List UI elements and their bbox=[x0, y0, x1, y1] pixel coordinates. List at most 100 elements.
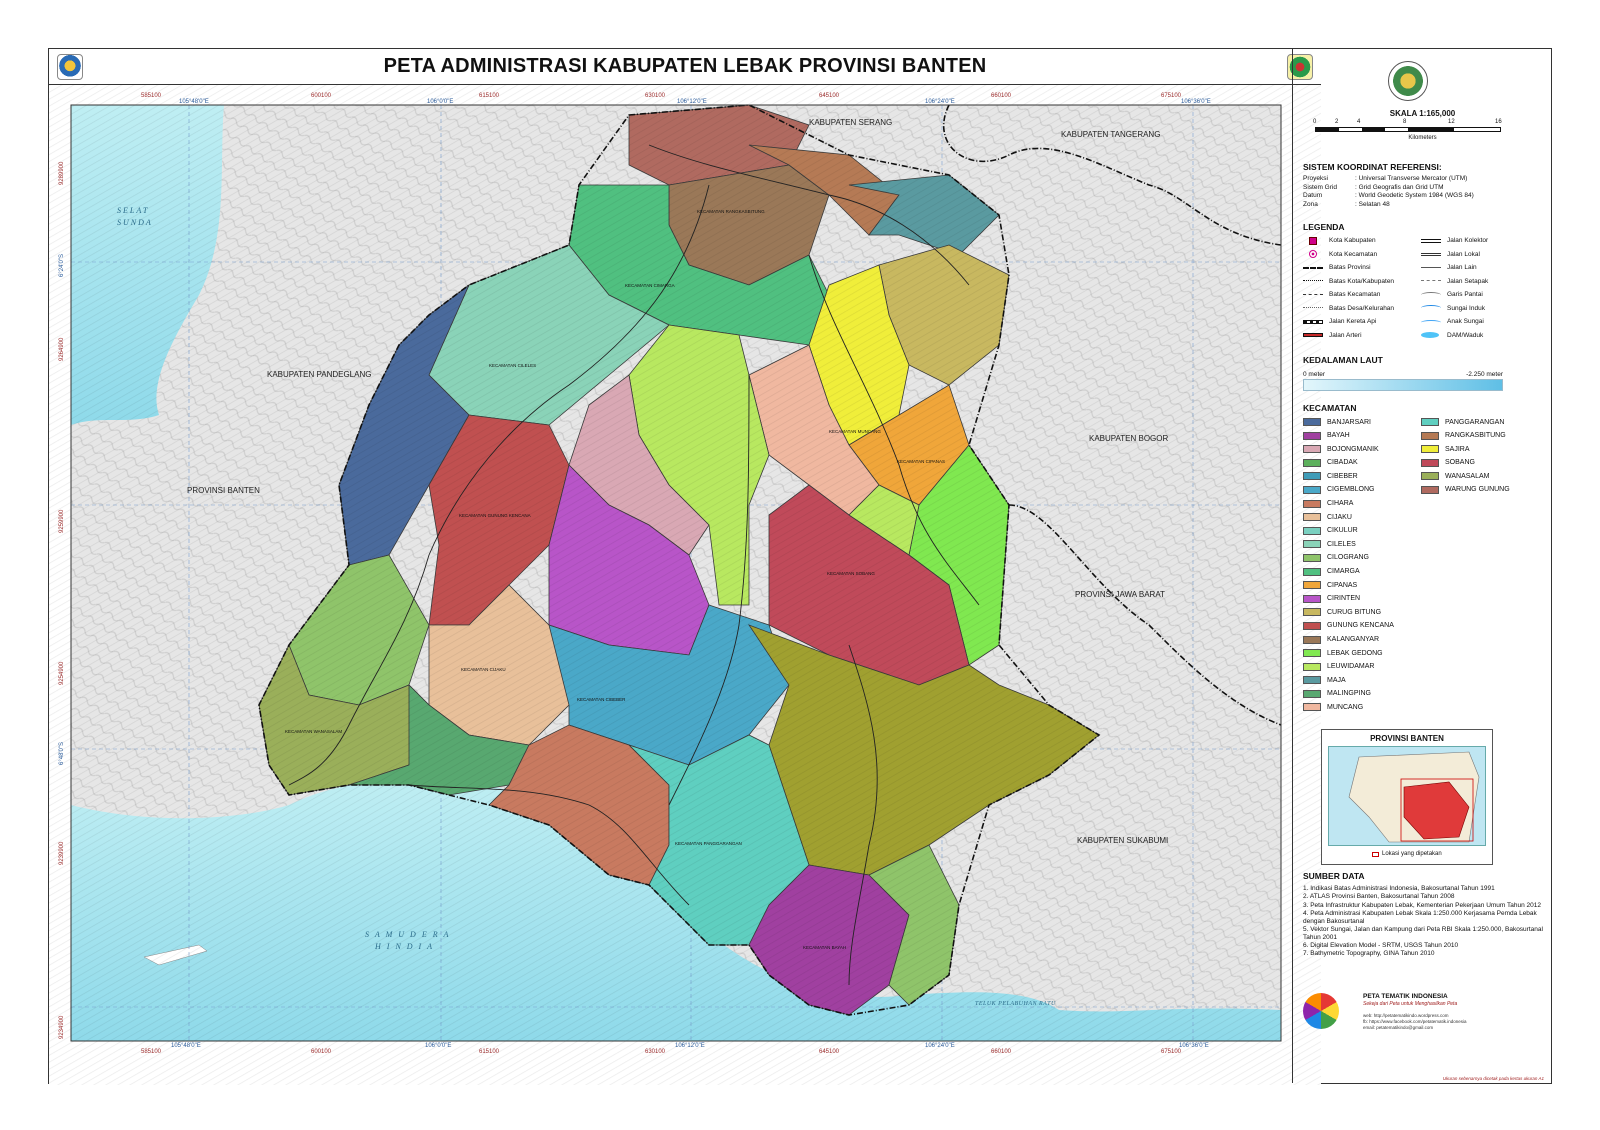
kecamatan-swatch bbox=[1303, 608, 1321, 617]
kecamatan-item: LEUWIDAMAR bbox=[1303, 662, 1411, 672]
legend-item: Kota Kecamatan bbox=[1303, 250, 1411, 260]
svg-text:9259900: 9259900 bbox=[59, 509, 65, 533]
kecamatan-swatch bbox=[1421, 472, 1439, 481]
svg-text:660100: 660100 bbox=[991, 1049, 1012, 1055]
title-bar: PETA ADMINISTRASI KABUPATEN LEBAK PROVIN… bbox=[49, 49, 1321, 85]
svg-text:630100: 630100 bbox=[645, 1049, 666, 1055]
legend-item-label: Jalan Lain bbox=[1447, 264, 1477, 272]
svg-text:645100: 645100 bbox=[819, 1049, 840, 1055]
svg-text:9239900: 9239900 bbox=[59, 841, 65, 865]
kecamatan-label: WARUNG GUNUNG bbox=[1445, 486, 1510, 494]
svg-text:645100: 645100 bbox=[819, 93, 840, 99]
publisher-name: PETA TEMATIK INDONESIA bbox=[1363, 993, 1448, 1000]
sumber-data-item: 1. Indikasi Batas Administrasi Indonesia… bbox=[1303, 885, 1495, 892]
svg-text:106°24'0"E: 106°24'0"E bbox=[925, 1043, 955, 1049]
kec-label-cileles: KECAMATAN CILELES bbox=[489, 363, 536, 368]
kecamatan-label: BOJONGMANIK bbox=[1327, 445, 1379, 453]
kecamatan-label: BAYAH bbox=[1327, 432, 1350, 440]
kecamatan-swatch bbox=[1303, 703, 1321, 712]
kecamatan-label: CIBADAK bbox=[1327, 459, 1358, 467]
label-kabupaten-sukabumi: KABUPATEN SUKABUMI bbox=[1077, 836, 1168, 845]
kecamatan-item: BOJONGMANIK bbox=[1303, 444, 1411, 454]
svg-text:105°48'0"E: 105°48'0"E bbox=[171, 1043, 201, 1049]
label-kabupaten-bogor: KABUPATEN BOGOR bbox=[1089, 434, 1168, 443]
label-samudera: S A M U D E R A bbox=[365, 930, 450, 939]
scale-unit: Kilometers bbox=[1408, 135, 1437, 141]
kecamatan-swatch bbox=[1303, 540, 1321, 549]
kecamatan-swatch bbox=[1303, 472, 1321, 481]
label-selat: SELAT bbox=[117, 206, 149, 215]
boundary-kecamatan-icon bbox=[1303, 291, 1323, 299]
svg-text:9264900: 9264900 bbox=[59, 337, 65, 361]
legend-item-label: Jalan Kereta Api bbox=[1329, 318, 1377, 326]
kecamatan-label: KALANGANYAR bbox=[1327, 636, 1379, 643]
svg-text:600100: 600100 bbox=[311, 93, 332, 99]
kec-label-cimarga: KECAMATAN CIMARGA bbox=[625, 283, 675, 288]
kecamatan-swatch bbox=[1421, 445, 1439, 454]
legend-item: Sungai Induk bbox=[1421, 304, 1529, 314]
legend-item: Batas Provinsi bbox=[1303, 263, 1411, 273]
kecamatan-label: LEBAK GEDONG bbox=[1327, 649, 1383, 657]
kecamatan-item: CURUG BITUNG bbox=[1303, 607, 1411, 617]
kec-label-wanasalam: KECAMATAN WANASALAM bbox=[285, 729, 342, 734]
scale-tick: 8 bbox=[1403, 119, 1407, 125]
kecamatan-item: CIPANAS bbox=[1303, 580, 1411, 590]
crs-title: SISTEM KOORDINAT REFERENSI: bbox=[1303, 162, 1442, 172]
legend-item-label: Jalan Setapak bbox=[1447, 277, 1489, 285]
kecamatan-label: CURUG BITUNG bbox=[1327, 608, 1382, 616]
kecamatan-item: GUNUNG KENCANA bbox=[1303, 621, 1411, 631]
legend-item: Kota Kabupaten bbox=[1303, 236, 1411, 246]
svg-text:106°36'0"E: 106°36'0"E bbox=[1181, 99, 1211, 105]
kec-label-bayah: KECAMATAN BAYAH bbox=[803, 945, 846, 950]
map-canvas[interactable]: KABUPATEN SERANG KABUPATEN TANGERANG KAB… bbox=[49, 85, 1321, 1085]
svg-text:615100: 615100 bbox=[479, 1049, 500, 1055]
legend-item: Batas Desa/Kelurahan bbox=[1303, 304, 1411, 314]
railway-icon bbox=[1303, 318, 1323, 326]
legend-item: Batas Kota/Kabupaten bbox=[1303, 277, 1411, 287]
kec-label-panggarangan: KECAMATAN PANGGARANGAN bbox=[675, 841, 742, 846]
label-kabupaten-tangerang: KABUPATEN TANGERANG bbox=[1061, 130, 1160, 139]
kecamatan-label: CIKULUR bbox=[1327, 527, 1358, 535]
kec-label-cibeber: KECAMATAN CIBEBER bbox=[577, 697, 626, 702]
sumber-data-item: 7. Bathymetric Topography, GINA Tahun 20… bbox=[1303, 950, 1435, 958]
legend-item: Batas Kecamatan bbox=[1303, 290, 1411, 300]
depth-title: KEDALAMAN LAUT bbox=[1303, 355, 1383, 365]
kecamatan-item bbox=[1421, 702, 1529, 712]
legend-item-label: Jalan Arteri bbox=[1329, 331, 1362, 339]
road-arteri-icon bbox=[1303, 331, 1323, 339]
kecamatan-item: SOBANG bbox=[1421, 458, 1529, 468]
kecamatan-swatch bbox=[1303, 567, 1321, 576]
kecamatan-item bbox=[1421, 539, 1529, 549]
kecamatan-swatch bbox=[1303, 581, 1321, 590]
river-main-icon bbox=[1421, 304, 1441, 312]
svg-text:9289900: 9289900 bbox=[59, 161, 65, 185]
kecamatan-swatch bbox=[1303, 594, 1321, 603]
kecamatan-label: CILELES bbox=[1327, 540, 1356, 548]
kecamatan-list: BANJARSARI PANGGARANGAN BAYAH RANGKASBITUNG… bbox=[1303, 417, 1543, 712]
svg-text:585100: 585100 bbox=[141, 93, 162, 99]
kecamatan-item: CILOGRANG bbox=[1303, 553, 1411, 563]
kecamatan-label: MALINGPING bbox=[1327, 690, 1371, 698]
legend-item-label: Batas Provinsi bbox=[1329, 264, 1371, 272]
svg-text:106°0'0"E: 106°0'0"E bbox=[425, 1043, 451, 1049]
kecamatan-icon bbox=[1303, 250, 1323, 259]
kecamatan-label: CIGEMBLONG bbox=[1327, 486, 1375, 494]
kecamatan-item: CIBADAK bbox=[1303, 458, 1411, 468]
legend-item-label: Garis Pantai bbox=[1447, 291, 1483, 299]
legenda-title: LEGENDA bbox=[1303, 222, 1345, 232]
kecamatan-title: KECAMATAN bbox=[1303, 403, 1357, 413]
svg-text:630100: 630100 bbox=[645, 93, 666, 99]
kecamatan-item bbox=[1421, 526, 1529, 536]
map-frame[interactable]: KABUPATEN SERANG KABUPATEN TANGERANG KAB… bbox=[49, 85, 1321, 1085]
legend-item: Anak Sungai bbox=[1421, 317, 1529, 327]
kecamatan-item: WARUNG GUNUNG bbox=[1421, 485, 1529, 495]
svg-text:585100: 585100 bbox=[141, 1049, 162, 1055]
svg-text:106°24'0"E: 106°24'0"E bbox=[925, 99, 955, 105]
legend-item: DAM/Waduk bbox=[1421, 331, 1529, 341]
map-title: PETA ADMINISTRASI KABUPATEN LEBAK PROVIN… bbox=[383, 55, 987, 77]
kecamatan-item: KALANGANYAR bbox=[1303, 635, 1411, 645]
kecamatan-label: PANGGARANGAN bbox=[1445, 418, 1505, 426]
boundary-desa-icon bbox=[1303, 304, 1323, 312]
scale-bar bbox=[1315, 127, 1501, 132]
north-arrow-icon bbox=[1388, 61, 1428, 101]
